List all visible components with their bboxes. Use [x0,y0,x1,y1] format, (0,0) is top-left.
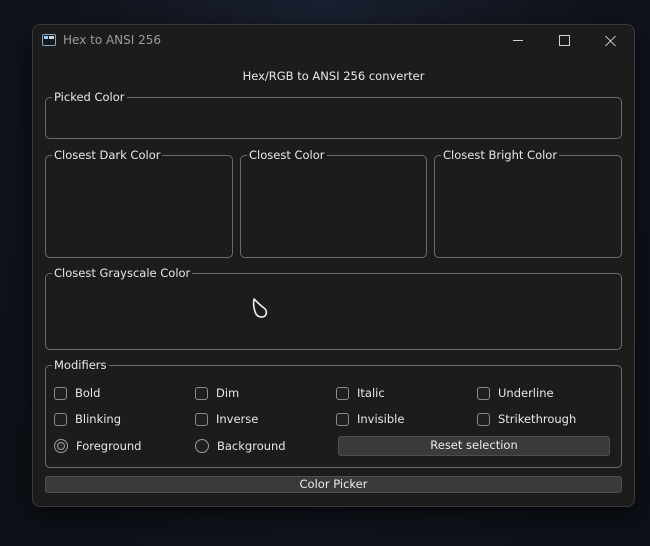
checkbox-box[interactable] [54,386,67,400]
closest-bright-color-group: Closest Bright Color [434,148,622,258]
radio-button[interactable] [195,439,209,453]
checkbox-underline[interactable]: Underline [477,386,554,400]
closest-color-group: Closest Color [240,148,427,258]
color-picker-button[interactable]: Color Picker [45,476,622,493]
close-icon [605,35,616,46]
checkbox-box[interactable] [336,412,349,426]
radio-foreground[interactable]: Foreground [54,439,141,453]
app-icon [42,34,56,46]
close-button[interactable] [587,25,633,55]
checkbox-label: Bold [75,386,101,400]
radio-label: Background [217,439,286,453]
checkbox-box[interactable] [336,386,349,400]
checkbox-invisible[interactable]: Invisible [336,412,404,426]
pointer-cursor-icon [252,298,268,318]
checkbox-label: Invisible [357,412,405,426]
closest-grayscale-color-group: Closest Grayscale Color [45,266,622,350]
minimize-button[interactable] [495,25,541,55]
maximize-icon [558,34,570,46]
reset-selection-button[interactable]: Reset selection [338,436,610,456]
checkbox-dim[interactable]: Dim [195,386,239,400]
closest-dark-color-label: Closest Dark Color [52,148,163,162]
radio-label: Foreground [76,439,142,453]
checkbox-italic[interactable]: Italic [336,386,385,400]
checkbox-strikethrough[interactable]: Strikethrough [477,412,576,426]
checkbox-label: Inverse [216,412,259,426]
title-bar[interactable]: Hex to ANSI 256 [33,25,634,55]
checkbox-label: Italic [357,386,385,400]
closest-color-label: Closest Color [247,148,327,162]
checkbox-box[interactable] [54,412,67,426]
modifiers-label: Modifiers [52,358,109,372]
checkbox-box[interactable] [477,386,490,400]
radio-background[interactable]: Background [195,439,286,453]
minimize-icon [513,39,523,41]
checkbox-bold[interactable]: Bold [54,386,100,400]
maximize-button[interactable] [541,25,587,55]
app-window: Hex to ANSI 256 Hex/RGB to ANSI 256 conv… [32,24,635,507]
closest-bright-color-label: Closest Bright Color [441,148,560,162]
picked-color-group: Picked Color [45,90,622,139]
checkbox-box[interactable] [195,412,208,426]
checkbox-box[interactable] [477,412,490,426]
checkbox-box[interactable] [195,386,208,400]
checkbox-label: Dim [216,386,240,400]
checkbox-label: Underline [498,386,554,400]
checkbox-label: Strikethrough [498,412,577,426]
closest-dark-color-group: Closest Dark Color [45,148,233,258]
checkbox-inverse[interactable]: Inverse [195,412,258,426]
checkbox-blinking[interactable]: Blinking [54,412,121,426]
radio-button[interactable] [54,439,68,453]
checkbox-label: Blinking [75,412,122,426]
closest-grayscale-color-label: Closest Grayscale Color [52,266,193,280]
window-title: Hex to ANSI 256 [63,33,162,47]
page-heading: Hex/RGB to ANSI 256 converter [242,69,425,83]
picked-color-label: Picked Color [52,90,127,104]
